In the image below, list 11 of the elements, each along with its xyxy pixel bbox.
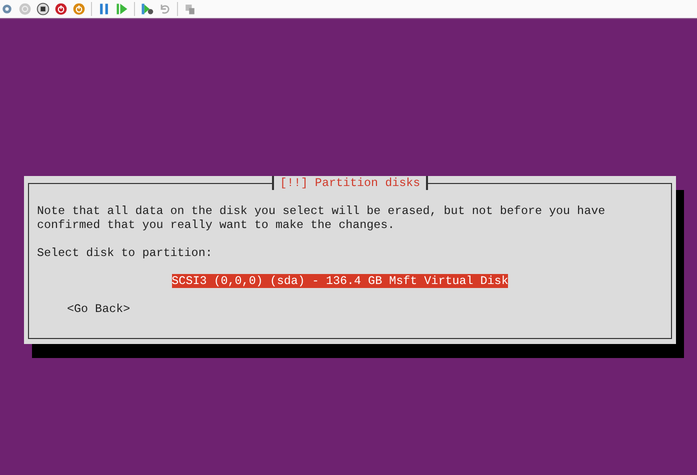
stop-icon[interactable]	[36, 2, 50, 16]
dialog-title: [!!] Partition disks	[272, 176, 428, 190]
pause-icon[interactable]	[97, 2, 111, 16]
play-icon[interactable]	[115, 2, 129, 16]
go-back-button[interactable]: <Go Back>	[67, 302, 130, 316]
message-text: Note that all data on the disk you select will be erased, but not before you have confirmed that you really want to make the changes.	[37, 204, 606, 232]
prompt-text: Select disk to partition:	[37, 246, 214, 260]
disk-item[interactable]: SCSI3 (0,0,0) (sda) - 136.4 GB Msft Virtual Disk	[172, 274, 508, 288]
power-icon[interactable]	[54, 2, 68, 16]
power-icon[interactable]	[72, 2, 86, 16]
snapshot-icon[interactable]	[140, 2, 154, 16]
